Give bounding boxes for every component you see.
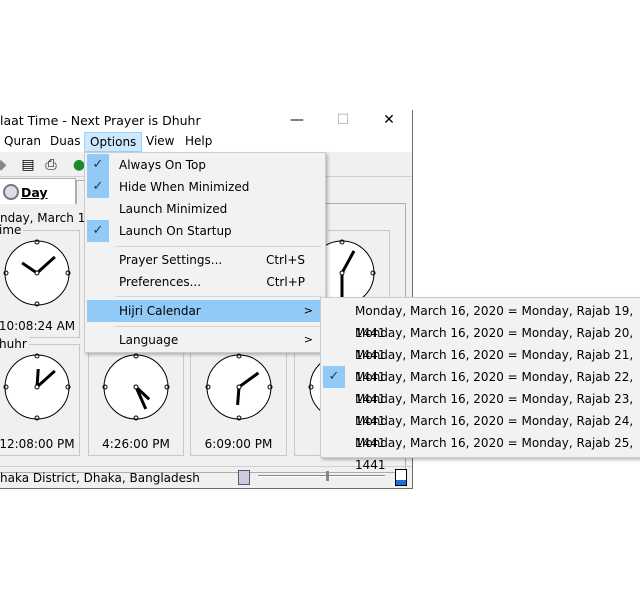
menu-quran[interactable]: Quran — [0, 132, 46, 152]
back-icon[interactable]: ◆ — [0, 156, 10, 174]
menu-item-hijri-calendar[interactable]: Hijri Calendar > — [87, 300, 323, 322]
check-icon: ✓ — [323, 366, 345, 388]
menu-item-hide-when-minimized[interactable]: ✓ Hide When Minimized — [87, 176, 323, 198]
label: Preferences... — [119, 275, 202, 289]
menu-bar: Quran Duas Options View Help — [0, 130, 412, 152]
hijri-option[interactable]: Monday, March 16, 2020 = Monday, Rajab 2… — [323, 344, 640, 384]
menu-item-prayer-settings[interactable]: Prayer Settings... Ctrl+S — [87, 249, 323, 271]
prayer-time: 10:08:24 AM — [0, 319, 76, 333]
menu-help[interactable]: Help — [180, 132, 217, 152]
hijri-option[interactable]: Monday, March 16, 2020 = Monday, Rajab 2… — [323, 322, 640, 362]
label: Launch Minimized — [119, 202, 228, 216]
clock-face-icon — [3, 239, 71, 307]
hijri-submenu: Monday, March 16, 2020 = Monday, Rajab 1… — [320, 297, 640, 472]
clock-face-icon — [3, 353, 71, 421]
minimize-button[interactable]: — — [274, 110, 320, 132]
shortcut: Ctrl+P — [266, 275, 305, 289]
menu-item-always-on-top[interactable]: ✓ Always On Top — [87, 154, 323, 176]
print-icon[interactable]: ⎙ — [42, 156, 60, 174]
hijri-option[interactable]: Monday, March 16, 2020 = Monday, Rajab 2… — [323, 432, 640, 472]
prayer-name: huhr — [0, 337, 29, 351]
hijri-option[interactable]: Monday, March 16, 2020 = Monday, Rajab 2… — [323, 388, 640, 428]
menu-item-language[interactable]: Language > — [87, 329, 323, 351]
label: Hijri Calendar — [119, 304, 201, 318]
menu-view[interactable]: View — [141, 132, 179, 152]
close-button[interactable]: ✕ — [366, 110, 412, 132]
shortcut: Ctrl+S — [265, 253, 305, 267]
check-icon: ✓ — [87, 220, 109, 242]
prayer-clock-box: 6:09:00 PM — [190, 344, 287, 456]
separator — [115, 246, 321, 247]
hijri-option-label: Monday, March 16, 2020 = Monday, Rajab 2… — [355, 436, 634, 472]
menu-options[interactable]: Options — [84, 132, 143, 152]
hijri-option[interactable]: ✓ Monday, March 16, 2020 = Monday, Rajab … — [323, 366, 640, 406]
maximize-button[interactable]: ☐ — [320, 110, 366, 132]
hijri-option[interactable]: Monday, March 16, 2020 = Monday, Rajab 1… — [323, 300, 640, 340]
notes-icon[interactable]: ▤ — [19, 156, 37, 174]
prayer-time: 12:08:00 PM — [0, 437, 75, 451]
book-icon[interactable] — [238, 470, 250, 485]
window-title: laat Time - Next Prayer is Dhuhr — [0, 113, 201, 128]
clock-face-icon — [102, 353, 170, 421]
menu-duas[interactable]: Duas — [45, 132, 85, 152]
menu-item-launch-on-startup[interactable]: ✓ Launch On Startup — [87, 220, 323, 242]
label: Always On Top — [119, 158, 206, 172]
label: Launch On Startup — [119, 224, 232, 238]
menu-item-launch-minimized[interactable]: Launch Minimized — [87, 198, 323, 220]
separator — [115, 296, 321, 297]
prayer-time: 6:09:00 PM — [204, 437, 273, 451]
check-icon: ✓ — [87, 154, 109, 176]
chevron-right-icon: > — [303, 304, 313, 317]
separator — [115, 326, 321, 327]
prayer-name: ime — [0, 223, 24, 237]
label: Language — [119, 333, 179, 347]
prayer-clock-box: huhr 12:08:00 PM — [0, 337, 80, 456]
menu-item-preferences[interactable]: Preferences... Ctrl+P — [87, 271, 323, 293]
prayer-time: 4:26:00 PM — [102, 437, 170, 451]
prayer-clock-box: ime 10:08:24 AM — [0, 223, 80, 338]
hijri-option[interactable]: Monday, March 16, 2020 = Monday, Rajab 2… — [323, 410, 640, 450]
slider-thumb[interactable] — [326, 471, 329, 481]
prayer-clock-box: 4:26:00 PM — [88, 344, 184, 456]
options-menu: ✓ Always On Top ✓ Hide When Minimized Laun… — [84, 152, 326, 353]
location-label: haka District, Dhaka, Bangladesh — [0, 471, 200, 485]
check-icon: ✓ — [87, 176, 109, 198]
tab-day-label: Day — [21, 185, 48, 200]
label: Prayer Settings... — [119, 253, 223, 267]
clock-icon — [3, 184, 19, 200]
clock-face-icon — [205, 353, 272, 421]
title-bar: laat Time - Next Prayer is Dhuhr — ☐ ✕ — [0, 110, 412, 132]
label: Hide When Minimized — [119, 180, 250, 194]
chevron-right-icon: > — [303, 333, 313, 346]
status-bar: haka District, Dhaka, Bangladesh — [0, 466, 412, 488]
tab-day[interactable]: Day — [0, 178, 76, 204]
